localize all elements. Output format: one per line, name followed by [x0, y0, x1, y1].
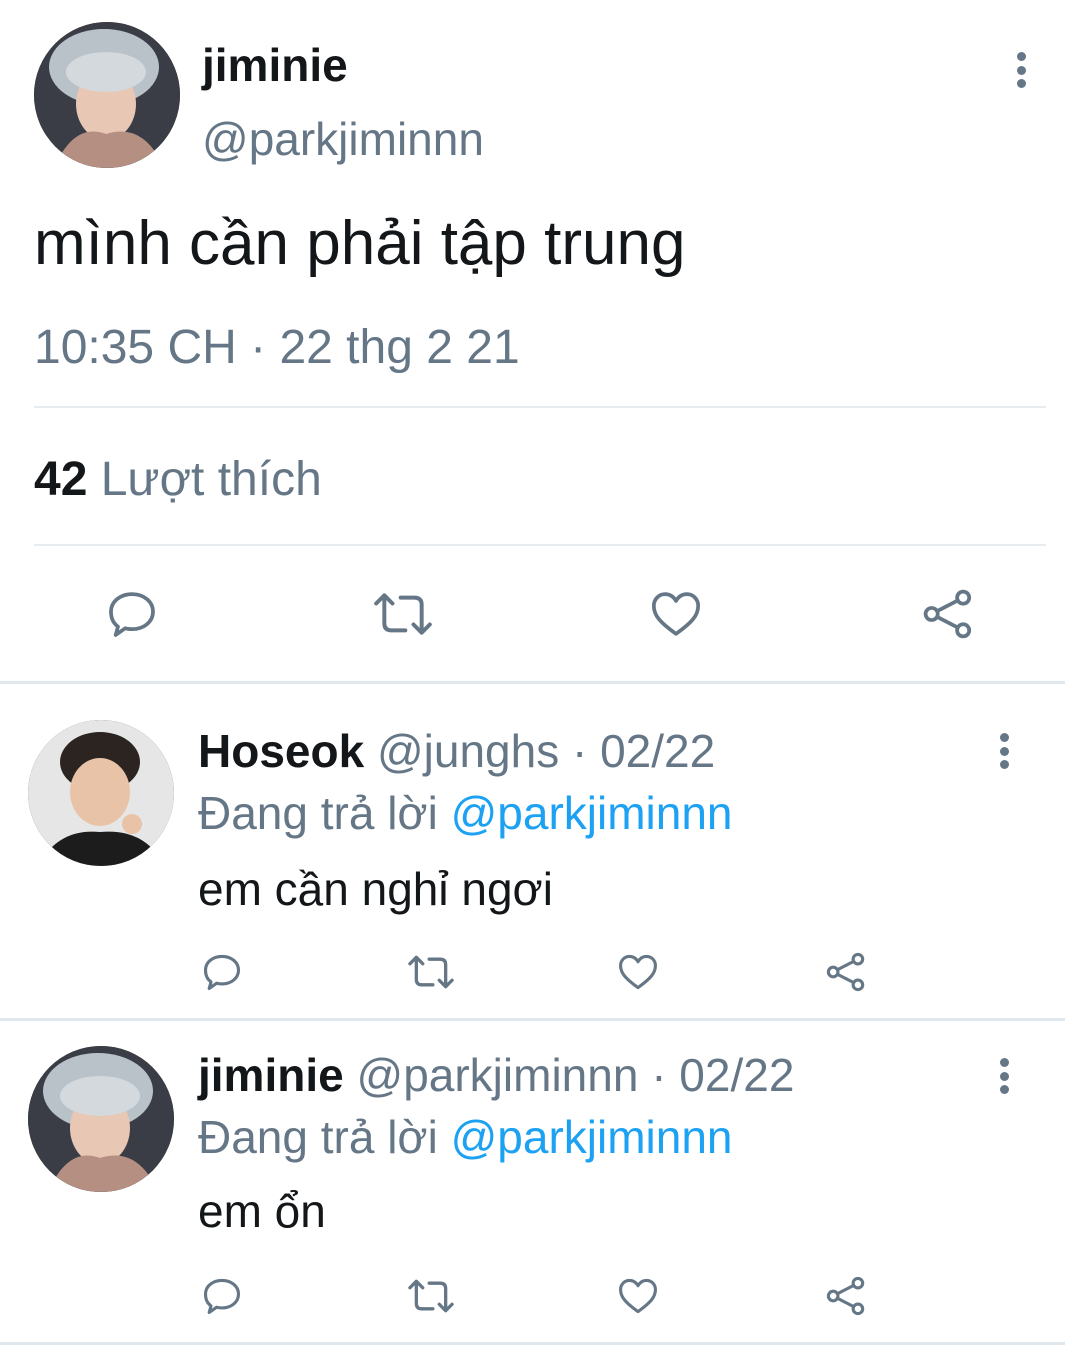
share-button[interactable] [920, 586, 976, 642]
reply-button[interactable] [200, 950, 244, 994]
main-handle[interactable]: @parkjiminnn [202, 112, 484, 166]
retweet-button[interactable] [406, 950, 456, 994]
more-options-icon [999, 1058, 1009, 1067]
reply-icon [203, 1278, 241, 1315]
share-button[interactable] [824, 1274, 868, 1318]
like-button[interactable] [648, 586, 704, 642]
retweet-icon [408, 955, 454, 989]
divider [34, 406, 1046, 408]
avatar-main[interactable] [34, 22, 180, 168]
likes-count: 42 [34, 453, 88, 506]
reply-1-replying: Đang trả lời @parkjiminnn [198, 786, 733, 840]
retweet-icon [374, 593, 432, 635]
likes-summary[interactable]: 42 Lượt thích [34, 452, 322, 507]
reply-button[interactable] [104, 586, 160, 642]
avatar-main-image [34, 22, 180, 168]
avatar-reply-2[interactable] [28, 1046, 174, 1192]
retweet-button[interactable] [406, 1274, 456, 1318]
reply-2-text: em ổn [198, 1185, 326, 1237]
reply-icon [203, 954, 241, 991]
share-icon [826, 1276, 865, 1316]
more-options-reply-2[interactable] [997, 1058, 1011, 1094]
like-icon [619, 1278, 657, 1314]
reply-2-meta: @parkjiminnn · 02/22 [356, 1049, 795, 1101]
share-button[interactable] [824, 950, 868, 994]
main-tweet-text: mình cần phải tập trung [34, 209, 686, 278]
like-button[interactable] [616, 1274, 660, 1318]
avatar-reply-2-image [28, 1046, 174, 1192]
section-divider [0, 1018, 1065, 1021]
replying-to-link[interactable]: @parkjiminnn [451, 1111, 733, 1163]
reply-2-header: jiminie @parkjiminnn · 02/22 [198, 1048, 794, 1102]
divider [34, 544, 1046, 546]
share-icon [826, 952, 865, 992]
reply-button[interactable] [200, 1274, 244, 1318]
likes-label: Lượt thích [100, 453, 322, 506]
more-options-reply-1[interactable] [997, 733, 1011, 769]
more-options-icon [999, 733, 1009, 742]
reply-2-display-name[interactable]: jiminie [198, 1049, 344, 1101]
like-icon [651, 592, 701, 636]
replying-label: Đang trả lời [198, 1111, 438, 1163]
avatar-reply-1[interactable] [28, 720, 174, 866]
like-button[interactable] [616, 950, 660, 994]
like-icon [619, 954, 657, 990]
reply-2-replying: Đang trả lời @parkjiminnn [198, 1110, 733, 1164]
section-divider [0, 681, 1065, 684]
main-timestamp[interactable]: 10:35 CH · 22 thg 2 21 [34, 320, 520, 375]
reply-1-meta: @junghs · 02/22 [376, 725, 716, 777]
avatar-reply-1-image [28, 720, 174, 866]
retweet-button[interactable] [372, 586, 434, 642]
reply-icon [109, 592, 155, 637]
reply-1-display-name[interactable]: Hoseok [198, 725, 364, 777]
reply-1-text: em cần nghỉ ngơi [198, 863, 553, 915]
replying-label: Đang trả lời [198, 787, 438, 839]
replying-to-link[interactable]: @parkjiminnn [451, 787, 733, 839]
main-display-name[interactable]: jiminie [202, 38, 348, 92]
more-options-icon [1016, 52, 1026, 61]
more-options-main[interactable] [1014, 52, 1028, 88]
retweet-icon [408, 1279, 454, 1313]
reply-1-header: Hoseok @junghs · 02/22 [198, 724, 715, 778]
section-divider [0, 1342, 1065, 1345]
share-icon [923, 589, 972, 639]
